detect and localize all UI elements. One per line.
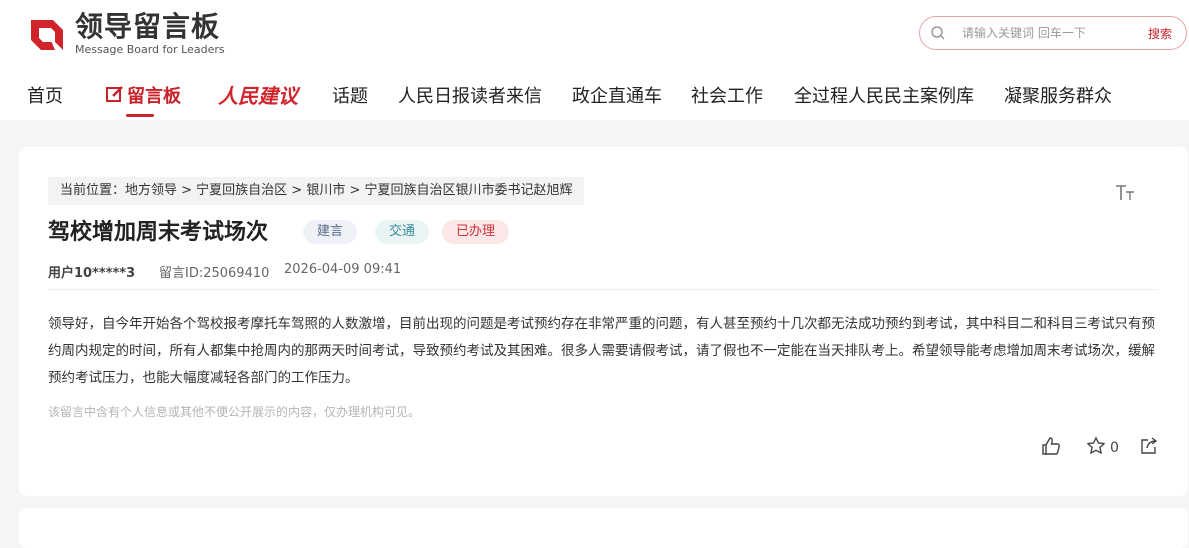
nav-social-work[interactable]: 社会工作: [691, 82, 763, 108]
nav-people-suggestion[interactable]: 人民建议: [218, 80, 298, 109]
message-time: 2026-04-09 09:41: [284, 262, 402, 277]
edit-icon: [105, 84, 125, 109]
star-icon: [1086, 436, 1106, 460]
share-button[interactable]: [1139, 436, 1159, 460]
logo-mark-icon: [27, 14, 67, 54]
thumbs-up-icon: [1041, 436, 1061, 460]
share-icon: [1139, 436, 1159, 460]
message-id: 留言ID:25069410: [159, 266, 270, 281]
favorite-button[interactable]: 0: [1086, 436, 1119, 460]
tag-category: 交通: [375, 220, 430, 244]
header: 领导留言板 Message Board for Leaders 搜索 首页 留言…: [0, 0, 1189, 120]
nav-serve-masses[interactable]: 凝聚服务群众: [1004, 82, 1112, 108]
nav-message-board-label: 留言板: [127, 86, 181, 107]
nav-enterprise-channel[interactable]: 政企直通车: [572, 82, 662, 108]
status-badge: 已办理: [442, 220, 510, 244]
message-content: 领导好，自今年开始各个驾校报考摩托车驾照的人数激增，目前出现的问题是考试预约存在…: [48, 316, 1155, 386]
nav-topics[interactable]: 话题: [332, 82, 368, 108]
divider: [48, 289, 1158, 290]
message-title: 驾校增加周末考试场次: [48, 220, 269, 245]
font-size-icon[interactable]: [1115, 183, 1137, 203]
privacy-notice: 该留言中含有个人信息或其他不便公开展示的内容，仅办理机构可见。: [48, 405, 421, 419]
logo-title: 领导留言板: [75, 10, 221, 43]
message-card: 当前位置：地方领导 > 宁夏回族自治区 > 银川市 > 宁夏回族自治区银川市委书…: [19, 147, 1188, 496]
nav-home[interactable]: 首页: [27, 82, 63, 108]
search-icon: [930, 25, 946, 41]
message-author: 用户10*****3: [48, 266, 136, 281]
next-card: [19, 508, 1188, 548]
tag-type: 建言: [303, 220, 358, 244]
search-input[interactable]: [960, 25, 1134, 41]
nav-democracy-cases[interactable]: 全过程人民民主案例库: [794, 82, 974, 108]
nav-readers-letters[interactable]: 人民日报读者来信: [398, 82, 542, 108]
favorite-count: 0: [1110, 440, 1119, 456]
logo-subtitle: Message Board for Leaders: [75, 43, 225, 56]
message-actions: 0: [1041, 436, 1159, 460]
logo[interactable]: 领导留言板 Message Board for Leaders: [27, 12, 225, 56]
search-button[interactable]: 搜索: [1148, 25, 1172, 42]
nav-active-indicator: [126, 114, 154, 117]
search-box: 搜索: [919, 16, 1187, 50]
like-button[interactable]: [1041, 436, 1061, 460]
nav-message-board[interactable]: 留言板: [105, 82, 181, 109]
breadcrumb: 当前位置：地方领导 > 宁夏回族自治区 > 银川市 > 宁夏回族自治区银川市委书…: [48, 177, 585, 205]
